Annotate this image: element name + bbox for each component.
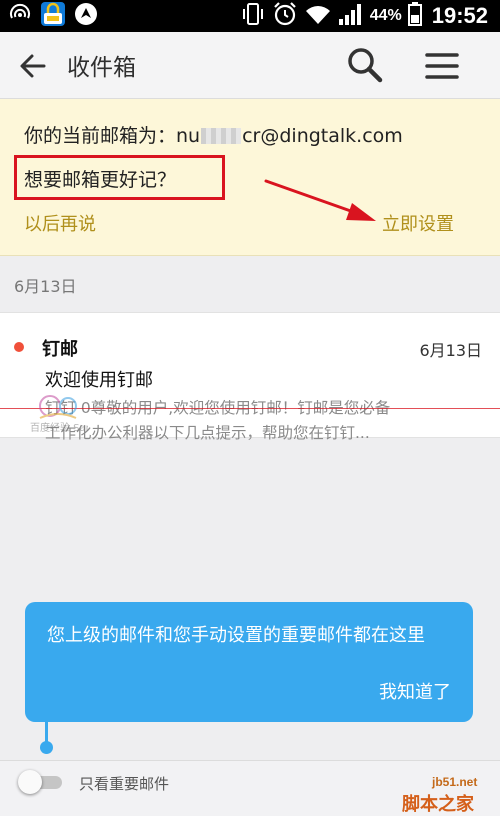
mail-preview-line-2: 工作化办公利器以下几点提示，帮助您在钉钉... [45,424,370,442]
email-prefix: 你的当前邮箱为：nu [24,125,201,147]
current-email-text: 你的当前邮箱为：nu cr@dingtalk.com [24,121,403,148]
important-only-label: 只看重要邮件 [79,775,170,793]
clock: 19:52 [431,3,488,28]
mail-subject: 欢迎使用钉邮 [45,370,153,391]
search-icon [348,48,383,83]
navigation-icon [74,2,98,30]
tooltip-pointer-dot [40,741,53,754]
vibrate-icon [240,2,266,30]
signal-icon [338,3,364,29]
back-button[interactable] [16,49,50,83]
hamburger-menu-icon [425,53,459,79]
watermark-logo-text: 百度经验 Sanpitt [30,421,88,434]
battery-icon [407,2,422,30]
tooltip-text: 您上级的邮件和您手动设置的重要邮件都在这里 [47,625,425,646]
battery-percent: 44% [369,7,402,24]
date-group-header: 6月13日 [14,277,77,296]
menu-button[interactable] [422,46,462,86]
toggle-knob [18,770,42,794]
annotation-arrow [264,179,376,221]
page-title: 收件箱 [67,55,136,81]
wifi-icon [304,3,332,29]
back-arrow-icon [20,54,46,78]
watermark-site: jb51.net [432,775,478,789]
mail-sender: 钉邮 [42,339,78,360]
tooltip-ok-button[interactable]: 我知道了 [379,678,451,704]
later-link[interactable]: 以后再说 [24,210,96,236]
watermark-brand: 脚本之家 [402,794,474,815]
baidu-watermark-logo: 百度经验 Sanpitt [30,395,88,434]
email-suffix: cr@dingtalk.com [242,125,403,147]
hotspot-icon [8,2,32,30]
app-bar: 收件箱 [0,32,500,99]
search-button[interactable] [345,45,385,85]
status-bar: 44% 19:52 [0,0,500,32]
mail-date: 6月13日 [419,341,482,360]
unread-indicator [14,342,24,352]
redaction-mask [201,128,242,144]
annotation-highlight-box [14,155,225,200]
app-notification-icon [40,1,66,31]
important-only-toggle[interactable] [18,769,66,795]
setup-now-link[interactable]: 立即设置 [382,210,454,236]
alarm-icon [272,1,298,31]
email-setup-banner: 你的当前邮箱为：nu cr@dingtalk.com 想要邮箱更好记？ 以后再说 … [0,99,500,256]
onboarding-tooltip: 您上级的邮件和您手动设置的重要邮件都在这里 我知道了 [25,602,473,722]
mail-preview: 钉钉 0尊敬的用户,欢迎您使用钉邮！钉邮是您必备 工作化办公利器以下几点提示，帮… [45,396,485,446]
